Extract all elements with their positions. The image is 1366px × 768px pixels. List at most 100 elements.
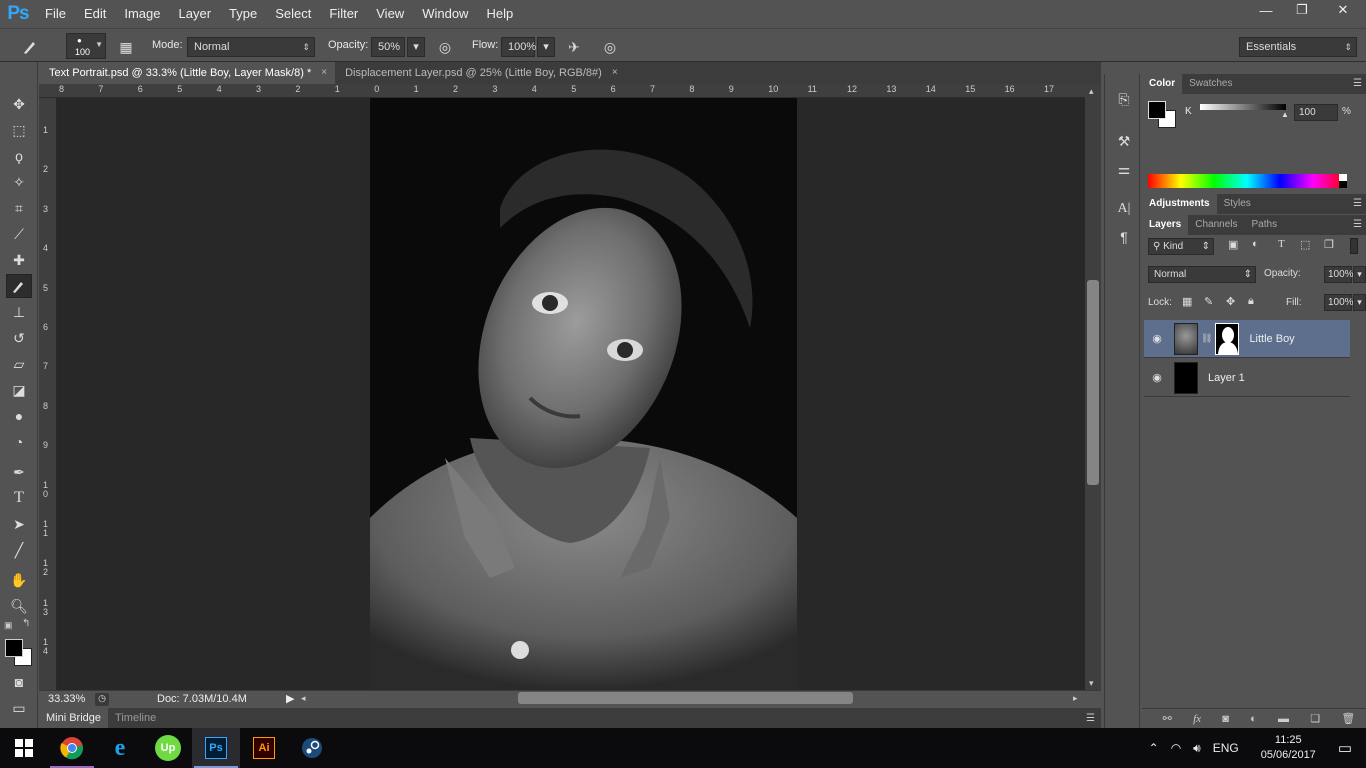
status-info-icon[interactable]: ◷: [95, 693, 109, 706]
menu-filter[interactable]: Filter: [320, 0, 367, 28]
minimize-button[interactable]: —: [1248, 0, 1284, 20]
filter-pixel-icon[interactable]: ▣: [1228, 238, 1238, 251]
layer-row-little-boy[interactable]: ◉ ⛓ Little Boy: [1144, 320, 1350, 358]
menu-edit[interactable]: Edit: [75, 0, 115, 28]
layer-thumbnail[interactable]: [1174, 322, 1198, 355]
flow-input[interactable]: 100%: [501, 37, 536, 57]
fx-icon[interactable]: fx: [1193, 713, 1201, 725]
chevron-down-icon[interactable]: ▾: [1353, 294, 1366, 311]
layer-thumbnail[interactable]: [1174, 361, 1198, 394]
adjustment-layer-icon[interactable]: ◐: [1250, 713, 1257, 725]
scroll-up-icon[interactable]: ▴: [1089, 86, 1094, 97]
illustrator-icon[interactable]: Ai: [240, 728, 288, 768]
trash-icon[interactable]: 🗑︎: [1341, 712, 1355, 725]
screen-mode-icon[interactable]: ▭: [6, 696, 32, 720]
foreground-color-swatch[interactable]: [1148, 101, 1166, 119]
paint-bucket-tool-icon[interactable]: ◪: [6, 378, 32, 402]
slider-handle-icon[interactable]: ▲: [1281, 110, 1289, 119]
brush-size-picker[interactable]: ● 100 ▼: [66, 33, 106, 59]
airbrush-icon[interactable]: ✈: [564, 37, 584, 57]
notifications-icon[interactable]: ▭: [1338, 739, 1352, 757]
tab-text-portrait[interactable]: Text Portrait.psd @ 33.3% (Little Boy, L…: [39, 62, 336, 84]
foreground-color-swatch[interactable]: [5, 639, 23, 657]
pen-tool-icon[interactable]: ✒: [6, 460, 32, 484]
panel-menu-icon[interactable]: ☰: [1353, 215, 1362, 235]
tab-mini-bridge[interactable]: Mini Bridge: [39, 708, 109, 728]
workspace-select[interactable]: Essentials ⇕: [1239, 37, 1357, 57]
k-slider-track[interactable]: [1200, 104, 1286, 110]
filter-type-icon[interactable]: T: [1278, 238, 1285, 250]
lock-position-icon[interactable]: ✥: [1226, 295, 1235, 308]
line-tool-icon[interactable]: ╱: [6, 538, 32, 562]
menu-view[interactable]: View: [367, 0, 413, 28]
vertical-scroll-thumb[interactable]: [1087, 280, 1099, 485]
chrome-icon[interactable]: [48, 728, 96, 768]
menu-file[interactable]: File: [36, 0, 75, 28]
zoom-level[interactable]: 33.33%: [48, 693, 85, 705]
healing-brush-tool-icon[interactable]: ✚: [6, 248, 32, 272]
menu-layer[interactable]: Layer: [170, 0, 221, 28]
clone-stamp-tool-icon[interactable]: ⊥: [6, 300, 32, 324]
layer-opacity-input[interactable]: 100%: [1324, 266, 1354, 283]
link-icon[interactable]: ⛓: [1201, 333, 1212, 344]
flow-dropdown[interactable]: ▾: [537, 37, 555, 57]
close-tab-icon[interactable]: ×: [612, 62, 618, 84]
character-panel-icon[interactable]: A|: [1113, 198, 1135, 220]
upwork-icon[interactable]: Up: [144, 728, 192, 768]
opacity-dropdown[interactable]: ▾: [407, 37, 425, 57]
layer-filter-kind[interactable]: ⚲ Kind ⇕: [1148, 238, 1214, 255]
show-hidden-icons-icon[interactable]: ⌃: [1149, 741, 1159, 755]
photoshop-taskbar-icon[interactable]: Ps: [192, 728, 240, 768]
windows-start-icon[interactable]: [0, 728, 48, 768]
pressure-opacity-icon[interactable]: ◎: [435, 37, 455, 57]
filter-smart-object-icon[interactable]: ❐: [1324, 238, 1334, 251]
brush-tool-preset-icon[interactable]: [20, 37, 40, 57]
swap-colors-icon[interactable]: ↰: [22, 618, 30, 629]
tab-paths[interactable]: Paths: [1245, 215, 1285, 235]
lasso-tool-icon[interactable]: ϙ: [6, 144, 32, 168]
tab-adjustments[interactable]: Adjustments: [1142, 194, 1217, 214]
eyedropper-tool-icon[interactable]: ⟋: [6, 222, 32, 246]
panel-menu-icon[interactable]: ☰: [1086, 713, 1095, 724]
history-panel-icon[interactable]: ⎘: [1113, 88, 1135, 110]
close-button[interactable]: ✕: [1320, 0, 1366, 20]
blend-mode-select[interactable]: Normal ⇕: [1148, 266, 1256, 283]
lock-all-icon[interactable]: 🔒︎: [1248, 295, 1254, 308]
fill-input[interactable]: 100%: [1324, 294, 1354, 311]
tab-displacement-layer[interactable]: Displacement Layer.psd @ 25% (Little Boy…: [335, 62, 626, 84]
layer-mask-thumbnail[interactable]: [1215, 322, 1240, 355]
add-mask-icon[interactable]: ◙: [1222, 713, 1229, 725]
pressure-size-icon[interactable]: ◎: [600, 37, 620, 57]
close-tab-icon[interactable]: ×: [321, 62, 327, 84]
menu-window[interactable]: Window: [413, 0, 477, 28]
tab-layers[interactable]: Layers: [1142, 215, 1189, 235]
tab-styles[interactable]: Styles: [1217, 194, 1258, 214]
eye-icon[interactable]: ◉: [1144, 332, 1170, 345]
volume-icon[interactable]: 🔊︎: [1193, 741, 1201, 756]
restore-button[interactable]: ❐: [1284, 0, 1320, 20]
portrait-photo[interactable]: [370, 98, 797, 690]
scroll-left-icon[interactable]: ◂: [301, 693, 306, 704]
k-value-input[interactable]: 100: [1294, 104, 1338, 121]
spectrum-white-swatch[interactable]: [1339, 174, 1347, 181]
type-tool-icon[interactable]: T: [6, 486, 32, 510]
steam-icon[interactable]: [288, 728, 336, 768]
menu-select[interactable]: Select: [266, 0, 320, 28]
filter-shape-icon[interactable]: ⬚: [1300, 238, 1310, 251]
default-colors-icon[interactable]: ▣: [4, 620, 13, 631]
zoom-tool-icon[interactable]: 🔍︎: [6, 594, 32, 618]
tool-presets-icon[interactable]: ⚒: [1113, 130, 1135, 152]
hand-tool-icon[interactable]: ✋: [6, 568, 32, 592]
tab-swatches[interactable]: Swatches: [1182, 74, 1239, 94]
status-menu-icon[interactable]: ▶: [286, 692, 294, 705]
panel-menu-icon[interactable]: ☰: [1353, 74, 1362, 94]
tab-channels[interactable]: Channels: [1188, 215, 1244, 235]
filter-adjustment-icon[interactable]: ◐: [1252, 238, 1259, 250]
chevron-down-icon[interactable]: ▾: [1353, 266, 1366, 283]
blur-tool-icon[interactable]: ●: [6, 404, 32, 428]
new-layer-icon[interactable]: ❏: [1310, 712, 1320, 725]
menu-help[interactable]: Help: [477, 0, 522, 28]
brush-tool-icon[interactable]: [6, 274, 32, 298]
tab-timeline[interactable]: Timeline: [108, 708, 163, 728]
filter-toggle[interactable]: [1350, 238, 1358, 254]
